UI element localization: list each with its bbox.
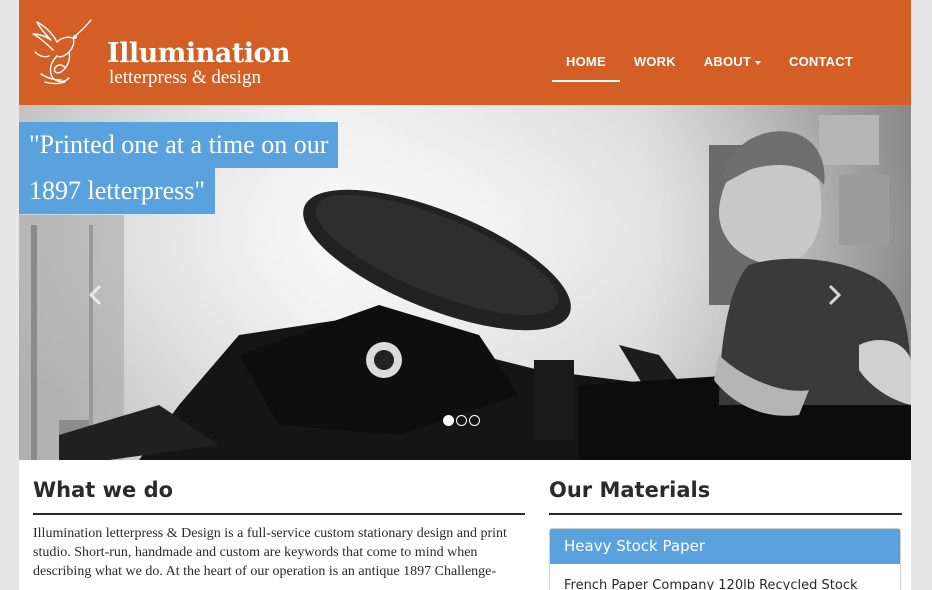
nav-contact[interactable]: CONTACT — [775, 50, 867, 82]
brand-tagline: letterpress & design — [109, 67, 261, 88]
our-materials-heading: Our Materials — [549, 478, 711, 502]
carousel-caption-line1: "Printed one at a time on our — [19, 122, 339, 168]
what-we-do-divider — [33, 513, 525, 515]
nav-work[interactable]: WORK — [620, 50, 690, 82]
hummingbird-logo-icon — [32, 19, 92, 85]
carousel-caption-line2: 1897 letterpress" — [19, 168, 215, 214]
brand-name: Illumination — [107, 38, 291, 69]
what-we-do-line-3: describing what we do. At the heart of o… — [33, 564, 497, 579]
nav-home-label: HOME — [566, 54, 606, 69]
nav-home[interactable]: HOME — [552, 50, 620, 82]
panel-title[interactable]: Heavy Stock Paper — [550, 529, 900, 564]
nav-about[interactable]: ABOUT — [690, 50, 775, 82]
carousel-indicators — [443, 415, 480, 426]
what-we-do-line-1: Illumination letterpress & Design is a f… — [33, 526, 507, 541]
carousel-dot-1[interactable] — [443, 415, 454, 426]
main-nav: HOME WORK ABOUT CONTACT — [552, 50, 867, 82]
nav-about-label: ABOUT — [703, 54, 752, 69]
site-header: Illumination letterpress & design HOME W… — [19, 0, 911, 105]
what-we-do-heading: What we do — [33, 478, 174, 502]
carousel-dot-3[interactable] — [469, 415, 480, 426]
what-we-do-line-2: studio. Short-run, handmade and custom a… — [33, 545, 478, 560]
hero-carousel[interactable]: "Printed one at a time on our 1897 lette… — [19, 105, 911, 460]
our-materials-divider — [549, 513, 902, 515]
page: Illumination letterpress & design HOME W… — [19, 0, 911, 590]
nav-work-label: WORK — [633, 54, 676, 69]
what-we-do-text: Illumination letterpress & Design is a f… — [33, 524, 513, 581]
brand-logo[interactable]: Illumination letterpress & design — [31, 10, 291, 90]
materials-panel: Heavy Stock Paper French Paper Company 1… — [549, 528, 901, 590]
chevron-left-icon[interactable] — [87, 283, 103, 307]
panel-item: French Paper Company 120lb Recycled Stoc… — [564, 578, 858, 590]
chevron-right-icon[interactable] — [827, 283, 843, 307]
nav-contact-label: CONTACT — [789, 54, 853, 69]
caret-down-icon — [755, 60, 762, 65]
carousel-dot-2[interactable] — [456, 415, 467, 426]
